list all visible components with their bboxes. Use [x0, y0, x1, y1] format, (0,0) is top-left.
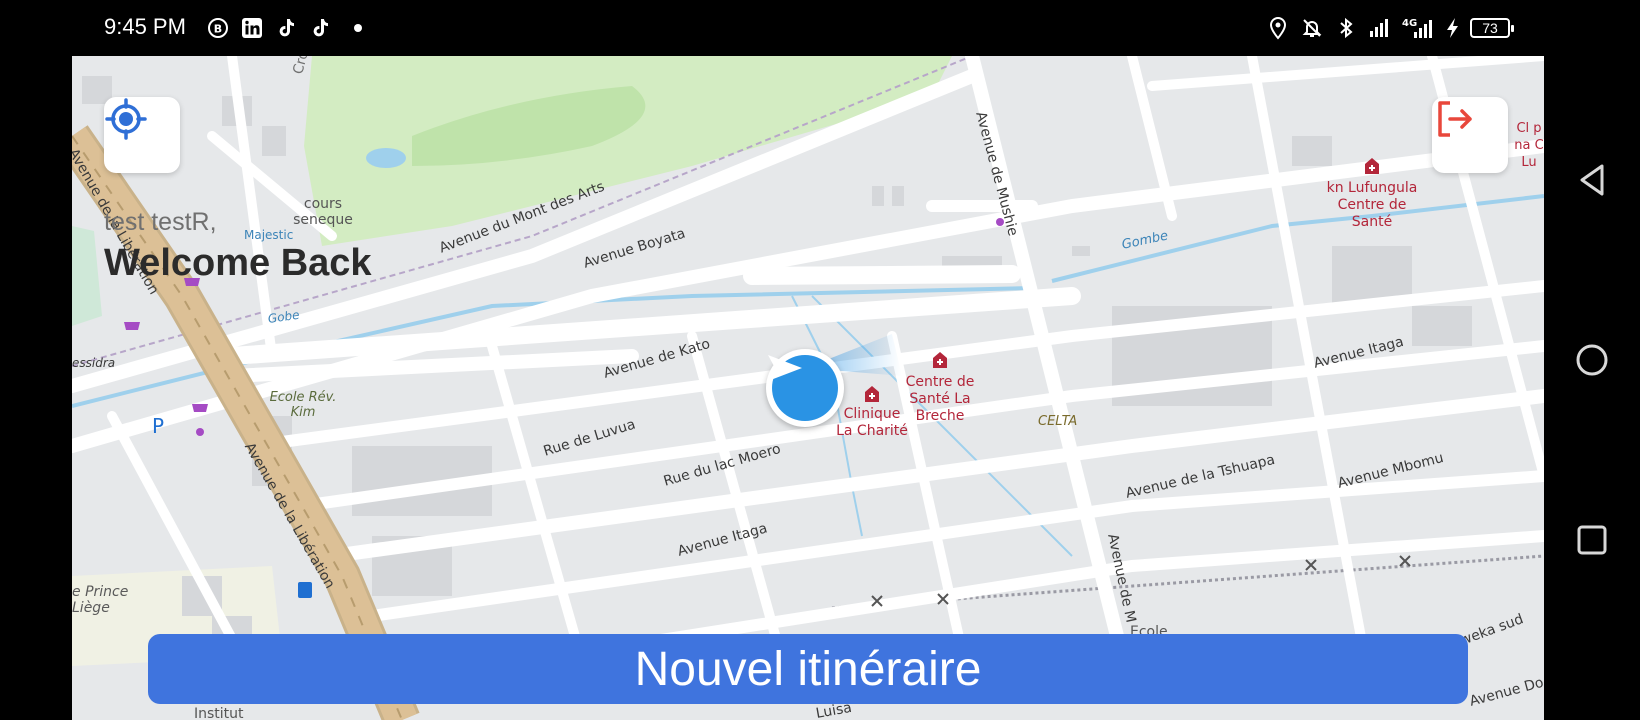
bluetooth-icon — [1334, 16, 1358, 40]
hospital-icon — [1362, 156, 1382, 176]
poi-centre-de-sante-la-breche[interactable]: Centre de Santé La Breche — [902, 374, 978, 425]
poi-clinique-la-charite[interactable]: Clinique La Charité — [836, 406, 908, 440]
logout-button[interactable] — [1432, 97, 1508, 173]
status-bar: 9:45 PM B 4G 73 — [0, 0, 1640, 56]
more-notifications-dot — [354, 24, 362, 32]
poi-partial-right[interactable]: Cl p na C Lu — [1512, 120, 1544, 171]
home-circle-icon[interactable] — [1570, 338, 1614, 382]
notification-icons: B — [206, 16, 362, 40]
system-icons: 4G 73 — [1266, 16, 1514, 40]
parking-label: P — [152, 414, 165, 438]
signal-icon — [1368, 16, 1392, 40]
new-route-button[interactable]: Nouvel itinéraire — [148, 634, 1468, 704]
place-label: CELTA — [1038, 414, 1078, 429]
svg-text:B: B — [214, 23, 222, 36]
poi-lufungula-centre-de-sante[interactable]: kn Lufungula Centre de Santé — [1324, 180, 1420, 231]
navigation-arrow-icon — [768, 355, 838, 421]
greeting-user-name: test testR, — [104, 208, 217, 236]
place-label: cours seneque — [293, 196, 353, 228]
place-label: Ecole Rév. Kim — [269, 390, 337, 420]
status-time: 9:45 PM — [104, 14, 186, 39]
b-circle-icon: B — [206, 16, 230, 40]
location-icon — [1266, 16, 1290, 40]
bell-off-icon — [1300, 16, 1324, 40]
tiktok-icon — [308, 16, 332, 40]
back-triangle-icon[interactable] — [1570, 158, 1614, 202]
map-view[interactable]: Avenue du Mont des Arts Avenue Boyata Av… — [72, 56, 1544, 720]
recents-square-icon[interactable] — [1570, 518, 1614, 562]
user-location-marker[interactable] — [766, 349, 844, 427]
place-label: Majestic — [244, 228, 294, 242]
system-nav-bar — [1544, 0, 1640, 720]
place-label: e Prince Liège — [72, 584, 129, 616]
tiktok-icon — [274, 16, 298, 40]
greeting-title: Welcome Back — [104, 242, 372, 284]
signal-4g-icon: 4G — [1402, 16, 1436, 40]
place-label: Institut — [194, 706, 244, 720]
charging-icon — [1446, 16, 1460, 40]
linkedin-icon — [240, 16, 264, 40]
locate-me-button[interactable] — [104, 97, 180, 173]
battery-indicator: 73 — [1470, 18, 1514, 38]
hospital-icon — [930, 350, 950, 370]
network-type-label: 4G — [1402, 18, 1417, 29]
street-label: essidra — [72, 356, 116, 370]
